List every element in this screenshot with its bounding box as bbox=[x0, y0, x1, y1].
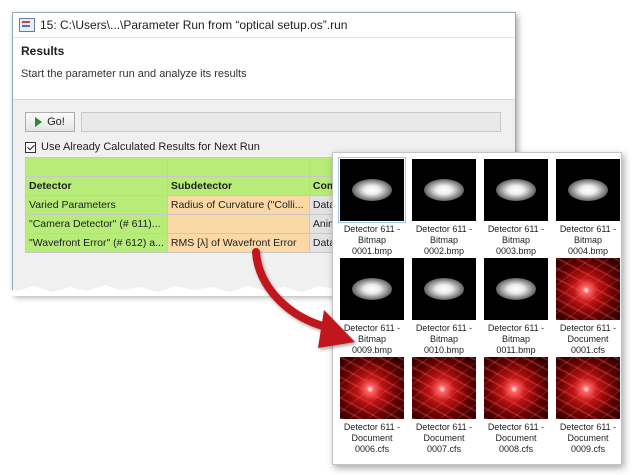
callout-arrow-icon bbox=[252, 248, 355, 348]
